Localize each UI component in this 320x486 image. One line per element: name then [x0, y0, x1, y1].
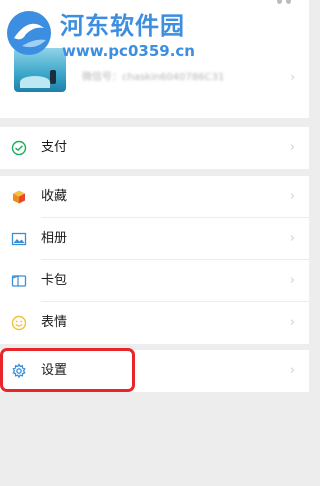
- pay-icon: [11, 140, 27, 156]
- favorites-cube-icon: [13, 190, 25, 204]
- menu-item-cards[interactable]: 卡包 ›: [0, 260, 309, 302]
- watermark-url: www.pc0359.cn: [62, 42, 195, 60]
- site-watermark: 河东软件园 www.pc0359.cn: [0, 0, 250, 70]
- smiley-icon: [11, 315, 27, 331]
- chevron-right-icon: ›: [289, 363, 295, 378]
- watermark-logo-icon: [7, 11, 51, 55]
- chevron-right-icon: ›: [289, 140, 295, 155]
- chevron-right-icon: ›: [289, 315, 295, 330]
- menu-group-pay: 支付 ›: [0, 127, 309, 169]
- album-photo-icon: [11, 232, 27, 246]
- menu-item-label: 收藏: [41, 189, 68, 204]
- card-wallet-icon: [11, 275, 27, 287]
- settings-highlight-annotation: [0, 348, 135, 392]
- chevron-right-icon: ›: [289, 231, 295, 246]
- more-dots-icon[interactable]: [277, 0, 291, 4]
- profile-header[interactable]: 微信号：chaskin6040786C31 › 河东软件园 www.pc0359…: [0, 0, 309, 118]
- menu-group-main: 收藏 › 相册 › 卡包 › 表情 ›: [0, 176, 309, 344]
- menu-item-album[interactable]: 相册 ›: [0, 218, 309, 260]
- menu-item-label: 支付: [41, 140, 68, 155]
- menu-item-label: 表情: [41, 315, 68, 330]
- menu-item-stickers[interactable]: 表情 ›: [0, 302, 309, 344]
- menu-item-label: 卡包: [41, 273, 68, 288]
- menu-item-favorites[interactable]: 收藏 ›: [0, 176, 309, 218]
- wechat-id: 微信号：chaskin6040786C31: [82, 72, 225, 83]
- menu-item-pay[interactable]: 支付 ›: [0, 127, 309, 169]
- watermark-title: 河东软件园: [60, 12, 185, 40]
- chevron-right-icon: ›: [289, 189, 295, 204]
- qr-code-arrow-icon[interactable]: ›: [290, 70, 295, 84]
- chevron-right-icon: ›: [289, 273, 295, 288]
- menu-item-label: 相册: [41, 231, 68, 246]
